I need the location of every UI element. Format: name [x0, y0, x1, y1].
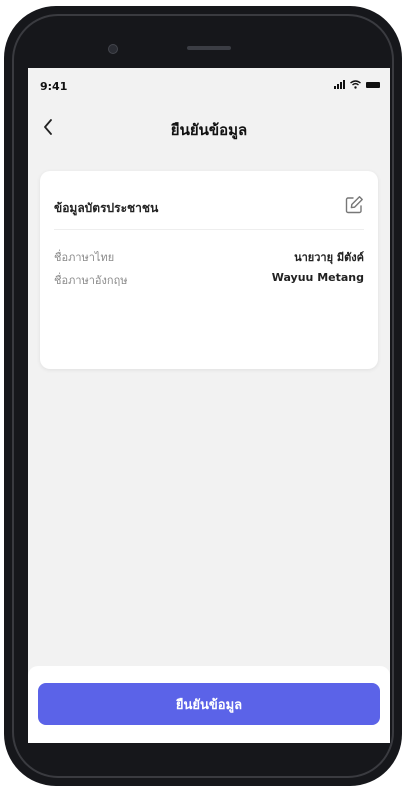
wifi-icon: [350, 80, 361, 89]
thai-name-row: ชื่อภาษาไทย นายวายุ มีตังค์: [54, 248, 364, 266]
front-camera: [108, 44, 118, 54]
id-card-info-card: ข้อมูลบัตรประชาชน ชื่อภาษาไทย นายวายุ มี…: [40, 171, 378, 369]
thai-name-value: นายวายุ มีตังค์: [294, 251, 364, 264]
confirm-button[interactable]: ยืนยันข้อมูล: [38, 683, 380, 725]
status-bar: 9:41: [28, 68, 390, 102]
english-name-row: ชื่อภาษาอังกฤษ Wayuu Metang: [54, 271, 364, 289]
status-icons: [334, 80, 380, 89]
card-divider: [54, 229, 364, 230]
screen: 9:41 ยืนยันข้อมูล ข้อมูลบัตรประชาชน ชื่อ…: [28, 68, 390, 743]
edit-icon: [345, 196, 363, 214]
page-title: ยืนยันข้อมูล: [170, 121, 248, 139]
navigation-bar: ยืนยันข้อมูล: [28, 108, 390, 148]
thai-name-label: ชื่อภาษาไทย: [54, 251, 115, 264]
english-name-label: ชื่อภาษาอังกฤษ: [54, 274, 128, 287]
card-title: ข้อมูลบัตรประชาชน: [54, 201, 159, 215]
edit-button[interactable]: [342, 193, 366, 217]
battery-icon: [366, 81, 380, 88]
bottom-action-bar: ยืนยันข้อมูล: [28, 666, 390, 743]
signal-icon: [334, 80, 345, 89]
status-time: 9:41: [40, 80, 68, 93]
earpiece-speaker: [187, 46, 231, 50]
phone-frame: 9:41 ยืนยันข้อมูล ข้อมูลบัตรประชาชน ชื่อ…: [4, 6, 402, 786]
english-name-value: Wayuu Metang: [271, 271, 364, 284]
